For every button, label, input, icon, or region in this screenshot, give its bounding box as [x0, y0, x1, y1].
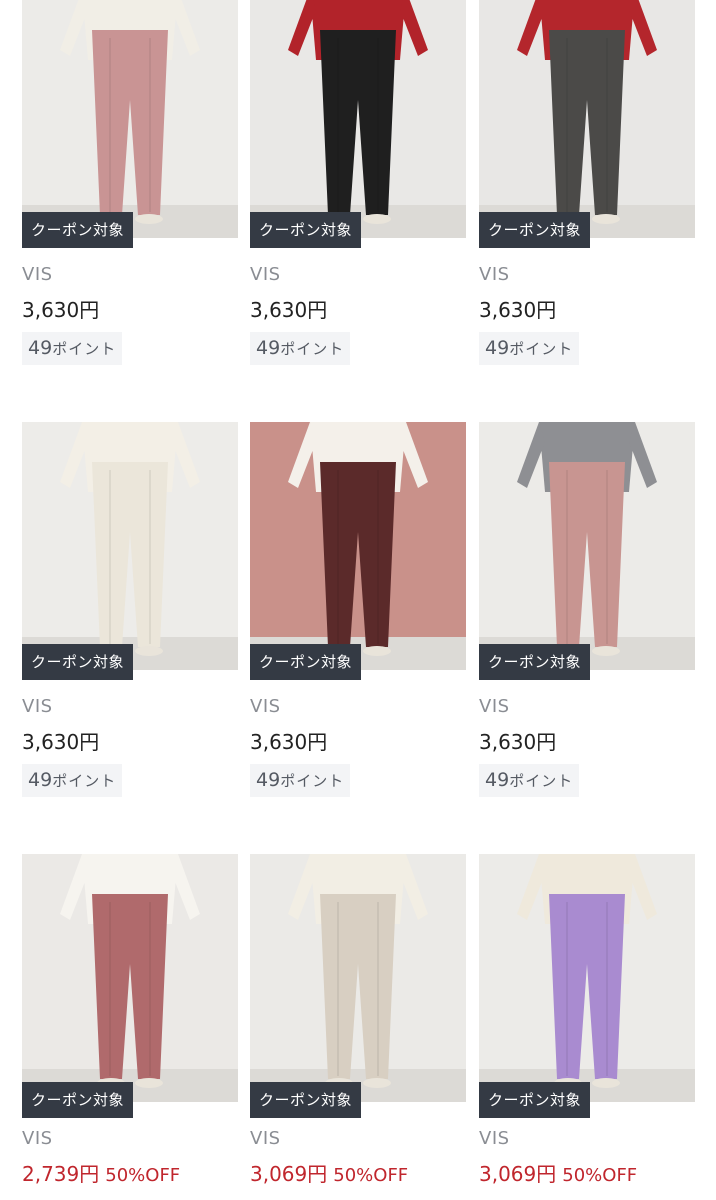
points-badge: 49ポイント	[250, 332, 351, 365]
product-photo	[22, 854, 238, 1102]
model-shoe-right	[135, 646, 163, 656]
brand-name: VIS	[22, 1128, 53, 1149]
product-price: 3,630円	[479, 730, 557, 754]
product-card[interactable]: クーポン対象 VIS 2,739円 50%OFF	[22, 854, 238, 1188]
product-image[interactable]	[250, 0, 466, 238]
product-photo	[479, 854, 695, 1102]
product-card[interactable]: クーポン対象 VIS 3,630円 49ポイント	[22, 422, 238, 797]
price-value: 3,069円	[250, 1162, 328, 1186]
product-price: 3,630円	[479, 298, 557, 322]
points-unit: ポイント	[509, 772, 574, 790]
product-photo	[22, 422, 238, 670]
brand-name: VIS	[479, 1128, 510, 1149]
price-value: 3,069円	[479, 1162, 557, 1186]
product-image[interactable]	[22, 854, 238, 1102]
points-unit: ポイント	[280, 340, 345, 358]
points-value: 49	[485, 337, 510, 359]
product-image[interactable]	[250, 422, 466, 670]
points-unit: ポイント	[509, 340, 574, 358]
product-image[interactable]	[479, 422, 695, 670]
coupon-badge: クーポン対象	[479, 212, 591, 248]
discount-label: 50%OFF	[105, 1165, 181, 1186]
brand-name: VIS	[250, 1128, 281, 1149]
points-value: 49	[28, 769, 53, 791]
sale-price: 3,069円 50%OFF	[250, 1162, 466, 1188]
product-card[interactable]: クーポン対象 VIS 3,630円 49ポイント	[479, 422, 695, 797]
brand-name: VIS	[22, 696, 53, 717]
model-shoe-right	[363, 1078, 391, 1088]
product-photo	[250, 854, 466, 1102]
model-shoe-right	[363, 214, 391, 224]
brand-name: VIS	[250, 264, 281, 285]
brand-name: VIS	[22, 264, 53, 285]
model-shoe-right	[592, 1078, 620, 1088]
model-shoe-right	[363, 646, 391, 656]
product-card[interactable]: クーポン対象 VIS 3,630円 49ポイント	[250, 422, 466, 797]
brand-name: VIS	[250, 696, 281, 717]
sale-price: 3,069円 50%OFF	[479, 1162, 695, 1188]
coupon-badge: クーポン対象	[250, 644, 362, 680]
product-photo	[250, 422, 466, 670]
points-value: 49	[485, 769, 510, 791]
points-badge: 49ポイント	[250, 764, 351, 797]
coupon-badge: クーポン対象	[22, 1082, 134, 1118]
points-unit: ポイント	[52, 772, 117, 790]
product-photo	[479, 0, 695, 238]
product-photo	[479, 422, 695, 670]
product-photo	[22, 0, 238, 238]
product-grid: クーポン対象 VIS 3,630円 49ポイント クーポン対象 VIS 3,63…	[0, 0, 716, 1200]
points-value: 49	[28, 337, 53, 359]
discount-label: 50%OFF	[562, 1165, 638, 1186]
points-badge: 49ポイント	[479, 764, 580, 797]
product-price: 3,630円	[22, 730, 100, 754]
coupon-badge: クーポン対象	[479, 1082, 591, 1118]
product-image[interactable]	[22, 0, 238, 238]
coupon-badge: クーポン対象	[479, 644, 591, 680]
points-badge: 49ポイント	[479, 332, 580, 365]
model-shoe-right	[592, 646, 620, 656]
points-value: 49	[256, 769, 281, 791]
price-value: 2,739円	[22, 1162, 100, 1186]
product-card[interactable]: クーポン対象 VIS 3,630円 49ポイント	[250, 0, 466, 365]
product-photo	[250, 0, 466, 238]
product-price: 3,630円	[250, 730, 328, 754]
coupon-badge: クーポン対象	[250, 212, 362, 248]
product-image[interactable]	[22, 422, 238, 670]
coupon-badge: クーポン対象	[22, 644, 134, 680]
sale-price: 2,739円 50%OFF	[22, 1162, 238, 1188]
product-image[interactable]	[479, 0, 695, 238]
product-image[interactable]	[250, 854, 466, 1102]
product-price: 3,630円	[22, 298, 100, 322]
brand-name: VIS	[479, 264, 510, 285]
product-price: 3,630円	[250, 298, 328, 322]
product-card[interactable]: クーポン対象 VIS 3,630円 49ポイント	[22, 0, 238, 365]
model-shoe-right	[592, 214, 620, 224]
discount-label: 50%OFF	[333, 1165, 409, 1186]
points-badge: 49ポイント	[22, 764, 123, 797]
points-value: 49	[256, 337, 281, 359]
product-card[interactable]: クーポン対象 VIS 3,630円 49ポイント	[479, 0, 695, 365]
points-unit: ポイント	[280, 772, 345, 790]
model-shoe-right	[135, 1078, 163, 1088]
points-unit: ポイント	[52, 340, 117, 358]
product-image[interactable]	[479, 854, 695, 1102]
coupon-badge: クーポン対象	[250, 1082, 362, 1118]
points-badge: 49ポイント	[22, 332, 123, 365]
model-shoe-right	[135, 214, 163, 224]
coupon-badge: クーポン対象	[22, 212, 134, 248]
product-card[interactable]: クーポン対象 VIS 3,069円 50%OFF	[479, 854, 695, 1188]
product-card[interactable]: クーポン対象 VIS 3,069円 50%OFF	[250, 854, 466, 1188]
brand-name: VIS	[479, 696, 510, 717]
